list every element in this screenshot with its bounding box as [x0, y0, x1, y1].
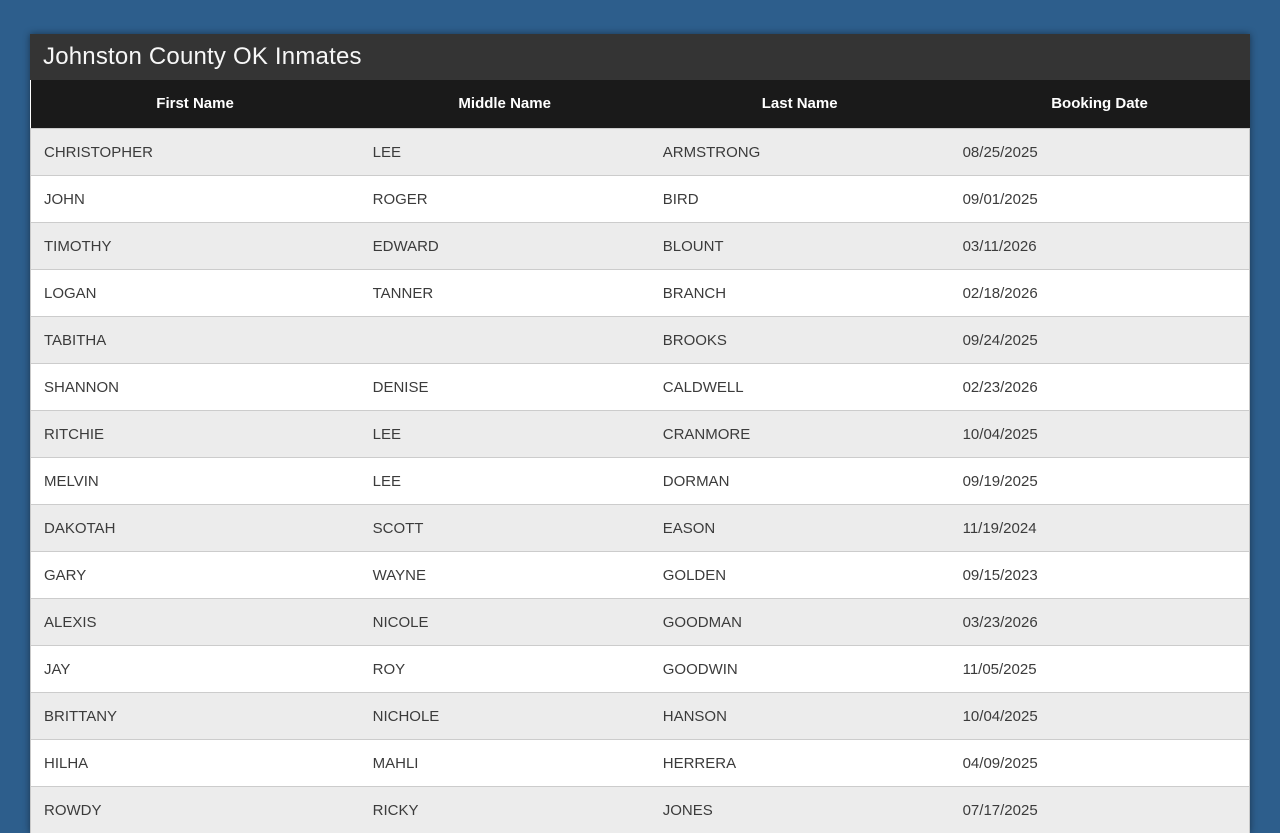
table-row: RITCHIELEECRANMORE10/04/2025 [31, 411, 1250, 458]
cell-last-name: CALDWELL [650, 364, 950, 411]
table-row: MELVINLEEDORMAN09/19/2025 [31, 458, 1250, 505]
table-row: ROWDYRICKYJONES07/17/2025 [31, 787, 1250, 833]
cell-first-name: GARY [31, 552, 360, 599]
cell-last-name: GOODMAN [650, 599, 950, 646]
cell-booking-date: 10/04/2025 [950, 411, 1250, 458]
inmates-table-body: CHRISTOPHERLEEARMSTRONG08/25/2025JOHNROG… [31, 129, 1250, 833]
cell-last-name: HANSON [650, 693, 950, 740]
cell-first-name: TABITHA [31, 317, 360, 364]
table-row: GARYWAYNEGOLDEN09/15/2023 [31, 552, 1250, 599]
cell-middle-name: NICHOLE [360, 693, 650, 740]
cell-middle-name: ROGER [360, 176, 650, 223]
cell-booking-date: 10/04/2025 [950, 693, 1250, 740]
cell-first-name: DAKOTAH [31, 505, 360, 552]
column-header-last-name: Last Name [650, 80, 950, 129]
cell-middle-name: WAYNE [360, 552, 650, 599]
column-header-first-name: First Name [31, 80, 360, 129]
cell-first-name: TIMOTHY [31, 223, 360, 270]
cell-last-name: BRANCH [650, 270, 950, 317]
table-row: CHRISTOPHERLEEARMSTRONG08/25/2025 [31, 129, 1250, 176]
cell-booking-date: 09/24/2025 [950, 317, 1250, 364]
cell-middle-name: SCOTT [360, 505, 650, 552]
cell-middle-name: MAHLI [360, 740, 650, 787]
cell-first-name: LOGAN [31, 270, 360, 317]
cell-middle-name: DENISE [360, 364, 650, 411]
cell-booking-date: 02/18/2026 [950, 270, 1250, 317]
cell-last-name: HERRERA [650, 740, 950, 787]
cell-first-name: JOHN [31, 176, 360, 223]
column-header-middle-name: Middle Name [360, 80, 650, 129]
cell-last-name: GOLDEN [650, 552, 950, 599]
cell-last-name: BIRD [650, 176, 950, 223]
cell-last-name: DORMAN [650, 458, 950, 505]
cell-middle-name: ROY [360, 646, 650, 693]
cell-first-name: HILHA [31, 740, 360, 787]
cell-last-name: JONES [650, 787, 950, 833]
cell-middle-name: TANNER [360, 270, 650, 317]
table-header-row: First Name Middle Name Last Name Booking… [31, 80, 1250, 129]
table-row: BRITTANYNICHOLEHANSON10/04/2025 [31, 693, 1250, 740]
cell-booking-date: 11/19/2024 [950, 505, 1250, 552]
table-row: TIMOTHYEDWARDBLOUNT03/11/2026 [31, 223, 1250, 270]
cell-last-name: ARMSTRONG [650, 129, 950, 176]
table-row: JOHNROGERBIRD09/01/2025 [31, 176, 1250, 223]
cell-booking-date: 09/01/2025 [950, 176, 1250, 223]
cell-last-name: CRANMORE [650, 411, 950, 458]
cell-first-name: JAY [31, 646, 360, 693]
cell-last-name: BROOKS [650, 317, 950, 364]
cell-booking-date: 08/25/2025 [950, 129, 1250, 176]
table-row: TABITHA BROOKS09/24/2025 [31, 317, 1250, 364]
cell-last-name: EASON [650, 505, 950, 552]
cell-booking-date: 07/17/2025 [950, 787, 1250, 833]
cell-middle-name: LEE [360, 411, 650, 458]
cell-middle-name: RICKY [360, 787, 650, 833]
cell-middle-name: LEE [360, 129, 650, 176]
cell-first-name: BRITTANY [31, 693, 360, 740]
column-header-booking-date: Booking Date [950, 80, 1250, 129]
table-row: ALEXISNICOLEGOODMAN03/23/2026 [31, 599, 1250, 646]
cell-middle-name: NICOLE [360, 599, 650, 646]
cell-booking-date: 09/15/2023 [950, 552, 1250, 599]
cell-first-name: MELVIN [31, 458, 360, 505]
cell-booking-date: 03/11/2026 [950, 223, 1250, 270]
cell-booking-date: 11/05/2025 [950, 646, 1250, 693]
cell-first-name: CHRISTOPHER [31, 129, 360, 176]
table-row: JAYROYGOODWIN11/05/2025 [31, 646, 1250, 693]
cell-middle-name [360, 317, 650, 364]
page-title: Johnston County OK Inmates [30, 34, 1250, 80]
cell-last-name: BLOUNT [650, 223, 950, 270]
inmates-table-card: Johnston County OK Inmates First Name Mi… [30, 34, 1250, 833]
table-row: LOGANTANNERBRANCH02/18/2026 [31, 270, 1250, 317]
cell-first-name: RITCHIE [31, 411, 360, 458]
table-row: DAKOTAHSCOTTEASON11/19/2024 [31, 505, 1250, 552]
cell-last-name: GOODWIN [650, 646, 950, 693]
cell-first-name: ALEXIS [31, 599, 360, 646]
cell-middle-name: EDWARD [360, 223, 650, 270]
cell-middle-name: LEE [360, 458, 650, 505]
page-background: { "page": { "background_color": "#2d5e8c… [0, 0, 1280, 800]
table-row: SHANNONDENISECALDWELL02/23/2026 [31, 364, 1250, 411]
cell-booking-date: 09/19/2025 [950, 458, 1250, 505]
inmates-table: First Name Middle Name Last Name Booking… [30, 80, 1250, 833]
table-row: HILHAMAHLIHERRERA04/09/2025 [31, 740, 1250, 787]
cell-booking-date: 03/23/2026 [950, 599, 1250, 646]
cell-first-name: ROWDY [31, 787, 360, 833]
cell-booking-date: 02/23/2026 [950, 364, 1250, 411]
cell-booking-date: 04/09/2025 [950, 740, 1250, 787]
cell-first-name: SHANNON [31, 364, 360, 411]
